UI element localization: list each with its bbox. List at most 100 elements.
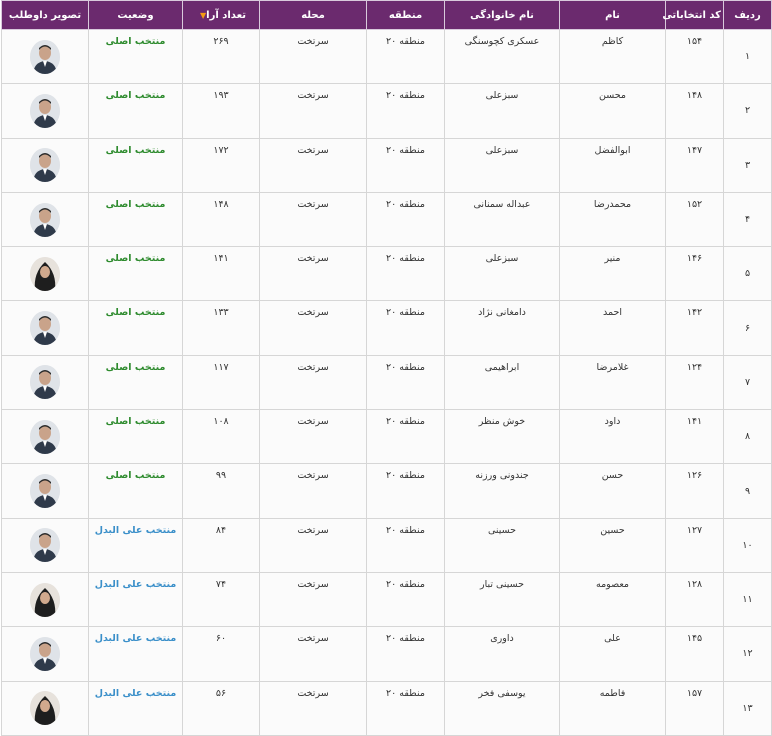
first-name-cell: محمدرضا xyxy=(559,191,666,248)
status-cell: منتخب علی البدل xyxy=(88,680,183,736)
row-number-cell: ۱۲ xyxy=(723,626,772,682)
code-cell: ۱۵۴ xyxy=(665,28,724,85)
header-last-name[interactable]: نام خانوادگی xyxy=(444,0,560,30)
district-cell: منطقه ۲۰ xyxy=(366,409,445,465)
row-number-cell: ۸ xyxy=(723,409,772,465)
first-name-cell: منیر xyxy=(559,246,666,302)
status-cell: منتخب اصلی xyxy=(88,191,183,248)
table-row: ۱۱ ۱۲۸ معصومه حسینی تبار منطقه ۲۰ سرتخت ۷۴ منتخ… xyxy=(1,571,772,628)
votes-cell: ۱۴۱ xyxy=(182,246,260,302)
district-cell: منطقه ۲۰ xyxy=(366,137,445,193)
table-header-row: ردیف کد انتخاباتی نام نام خانوادگی منطقه… xyxy=(1,0,772,30)
status-cell: منتخب علی البدل xyxy=(88,571,183,628)
photo-cell xyxy=(1,83,89,139)
last-name-cell: حسینی تبار xyxy=(444,571,560,628)
man-icon[interactable] xyxy=(30,365,60,400)
first-name-cell: علی xyxy=(559,626,666,682)
woman-icon[interactable] xyxy=(30,582,60,617)
first-name-cell: کاظم xyxy=(559,28,666,85)
man-icon[interactable] xyxy=(30,148,60,183)
photo-cell xyxy=(1,191,89,248)
status-badge: منتخب اصلی xyxy=(105,90,166,102)
votes-cell: ۶۰ xyxy=(182,626,260,682)
status-badge: منتخب علی البدل xyxy=(94,687,177,699)
status-cell: منتخب اصلی xyxy=(88,463,183,519)
neighborhood-cell: سرتخت xyxy=(259,354,367,411)
row-number-cell: ۹ xyxy=(723,463,772,519)
row-number-cell: ۷ xyxy=(723,354,772,411)
status-cell: منتخب اصلی xyxy=(88,28,183,85)
district-cell: منطقه ۲۰ xyxy=(366,83,445,139)
status-badge: منتخب اصلی xyxy=(105,416,166,428)
district-cell: منطقه ۲۰ xyxy=(366,354,445,411)
header-district[interactable]: منطقه xyxy=(366,0,445,30)
man-icon[interactable] xyxy=(30,528,60,563)
status-badge: منتخب اصلی xyxy=(105,253,166,265)
votes-cell: ۱۹۳ xyxy=(182,83,260,139)
last-name-cell: عبداله سمنانی xyxy=(444,191,560,248)
photo-cell xyxy=(1,626,89,682)
status-badge: منتخب علی البدل xyxy=(94,578,177,590)
code-cell: ۱۵۲ xyxy=(665,191,724,248)
man-icon[interactable] xyxy=(30,39,60,74)
header-neighborhood[interactable]: محله xyxy=(259,0,367,30)
neighborhood-cell: سرتخت xyxy=(259,137,367,193)
status-cell: منتخب اصلی xyxy=(88,246,183,302)
header-photo[interactable]: تصویر داوطلب xyxy=(1,0,89,30)
district-cell: منطقه ۲۰ xyxy=(366,28,445,85)
votes-cell: ۱۴۸ xyxy=(182,191,260,248)
man-icon[interactable] xyxy=(30,93,60,128)
header-votes[interactable]: تعداد آرا▼ xyxy=(182,0,260,30)
status-cell: منتخب علی البدل xyxy=(88,517,183,573)
last-name-cell: داوری xyxy=(444,626,560,682)
status-badge: منتخب اصلی xyxy=(105,470,166,482)
last-name-cell: سبزعلی xyxy=(444,137,560,193)
man-icon[interactable] xyxy=(30,202,60,237)
header-row-number[interactable]: ردیف xyxy=(723,0,772,30)
last-name-cell: حسینی xyxy=(444,517,560,573)
code-cell: ۱۴۷ xyxy=(665,137,724,193)
code-cell: ۱۴۱ xyxy=(665,409,724,465)
table-row: ۹ ۱۲۶ حسن جندونی ورزنه منطقه ۲۰ سرتخت ۹۹ منتخب … xyxy=(1,463,772,519)
district-cell: منطقه ۲۰ xyxy=(366,571,445,628)
code-cell: ۱۴۲ xyxy=(665,300,724,356)
code-cell: ۱۵۷ xyxy=(665,680,724,736)
table-row: ۷ ۱۲۴ غلامرضا ابراهیمی منطقه ۲۰ سرتخت ۱۱۷ منتخب… xyxy=(1,354,772,411)
votes-cell: ۲۶۹ xyxy=(182,28,260,85)
man-icon[interactable] xyxy=(30,636,60,671)
photo-cell xyxy=(1,517,89,573)
photo-cell xyxy=(1,28,89,85)
neighborhood-cell: سرتخت xyxy=(259,191,367,248)
results-page: ردیف کد انتخاباتی نام نام خانوادگی منطقه… xyxy=(0,0,772,736)
candidates-table: ردیف کد انتخاباتی نام نام خانوادگی منطقه… xyxy=(1,0,772,736)
status-badge: منتخب اصلی xyxy=(105,36,166,47)
woman-icon[interactable] xyxy=(30,256,60,291)
status-cell: منتخب اصلی xyxy=(88,137,183,193)
status-badge: منتخب اصلی xyxy=(105,144,166,156)
code-cell: ۱۲۴ xyxy=(665,354,724,411)
header-first-name[interactable]: نام xyxy=(559,0,666,30)
photo-cell xyxy=(1,571,89,628)
header-code[interactable]: کد انتخاباتی xyxy=(662,0,724,30)
status-badge: منتخب علی البدل xyxy=(94,524,177,536)
district-cell: منطقه ۲۰ xyxy=(366,191,445,248)
neighborhood-cell: سرتخت xyxy=(259,517,367,573)
status-badge: منتخب اصلی xyxy=(105,198,166,210)
header-status[interactable]: وضعیت xyxy=(88,0,183,30)
status-cell: منتخب علی البدل xyxy=(88,626,183,682)
neighborhood-cell: سرتخت xyxy=(259,571,367,628)
neighborhood-cell: سرتخت xyxy=(259,28,367,85)
row-number-cell: ۳ xyxy=(723,137,772,193)
last-name-cell: دامغانی نژاد xyxy=(444,300,560,356)
woman-icon[interactable] xyxy=(30,691,60,726)
photo-cell xyxy=(1,409,89,465)
man-icon[interactable] xyxy=(30,419,60,454)
district-cell: منطقه ۲۰ xyxy=(366,246,445,302)
district-cell: منطقه ۲۰ xyxy=(366,680,445,736)
first-name-cell: فاطمه xyxy=(559,680,666,736)
votes-cell: ۵۶ xyxy=(182,680,260,736)
status-cell: منتخب اصلی xyxy=(88,83,183,139)
man-icon[interactable] xyxy=(30,474,60,509)
man-icon[interactable] xyxy=(30,311,60,346)
district-cell: منطقه ۲۰ xyxy=(366,300,445,356)
